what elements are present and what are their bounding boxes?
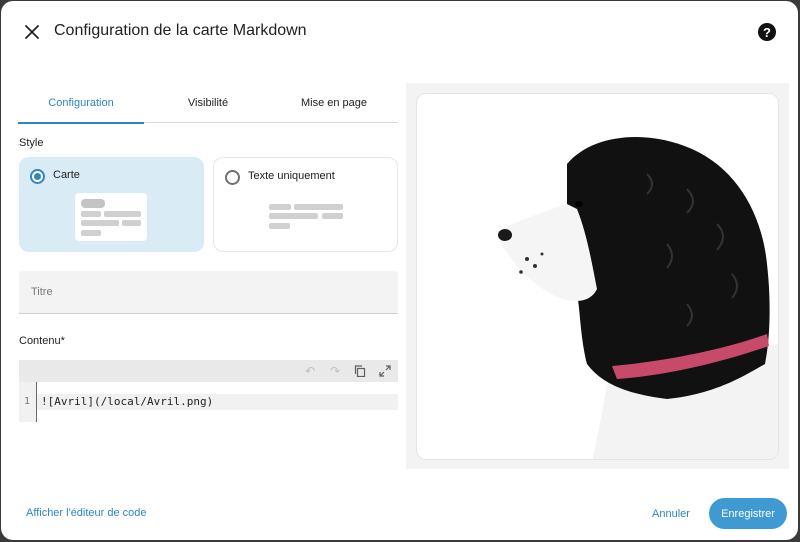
save-button[interactable]: Enregistrer <box>709 498 787 529</box>
line-number: 1 <box>23 396 31 407</box>
style-option-text-only[interactable]: Texte uniquement <box>213 157 398 252</box>
dialog-title: Configuration de la carte Markdown <box>54 22 307 39</box>
fullscreen-icon <box>379 365 391 377</box>
help-button[interactable]: ? <box>758 23 776 41</box>
fullscreen-button[interactable] <box>377 363 393 379</box>
card-preview-panel <box>406 83 789 469</box>
redo-button[interactable]: ↷ <box>327 363 343 379</box>
tab-label: Configuration <box>48 97 114 109</box>
dog-image <box>498 137 778 459</box>
text-style-illustration <box>269 204 349 234</box>
title-input[interactable] <box>19 271 398 313</box>
undo-button[interactable]: ↶ <box>302 363 318 379</box>
card-style-illustration <box>75 193 147 241</box>
markdown-editor[interactable]: ↶ ↷ 1 ![Avril](/local/Avril.png) <box>19 360 398 422</box>
copy-icon <box>354 365 366 377</box>
editor-tabs: Configuration Visibilité Mise en page <box>18 83 398 124</box>
undo-icon: ↶ <box>304 364 316 378</box>
tab-configuration[interactable]: Configuration <box>18 83 144 124</box>
title-field[interactable] <box>19 271 398 314</box>
show-code-editor-link[interactable]: Afficher l'éditeur de code <box>26 507 147 519</box>
cancel-button[interactable]: Annuler <box>641 500 701 528</box>
tab-layout[interactable]: Mise en page <box>271 83 397 123</box>
code-text: ![Avril](/local/Avril.png) <box>37 394 398 410</box>
redo-icon: ↷ <box>329 364 341 378</box>
tab-visibility[interactable]: Visibilité <box>145 83 271 123</box>
radio-text-only[interactable] <box>225 170 240 185</box>
style-option-card[interactable]: Carte <box>19 157 204 252</box>
content-label: Contenu* <box>19 335 65 347</box>
help-icon: ? <box>763 24 771 40</box>
preview-card <box>416 93 779 460</box>
style-label: Style <box>19 137 44 149</box>
copy-button[interactable] <box>352 363 368 379</box>
tab-label: Mise en page <box>300 97 368 109</box>
style-option-label: Carte <box>53 169 80 181</box>
style-option-label: Texte uniquement <box>248 170 335 182</box>
dialog-header: Configuration de la carte Markdown ? <box>1 1 798 63</box>
editor-toolbar: ↶ ↷ <box>19 360 398 382</box>
card-config-dialog: Configuration de la carte Markdown ? Con… <box>1 1 798 540</box>
close-icon <box>25 25 39 39</box>
tab-label: Visibilité <box>187 97 229 109</box>
radio-card[interactable] <box>30 169 45 184</box>
close-button[interactable] <box>19 19 45 45</box>
code-line[interactable]: ![Avril](/local/Avril.png) <box>36 382 398 422</box>
